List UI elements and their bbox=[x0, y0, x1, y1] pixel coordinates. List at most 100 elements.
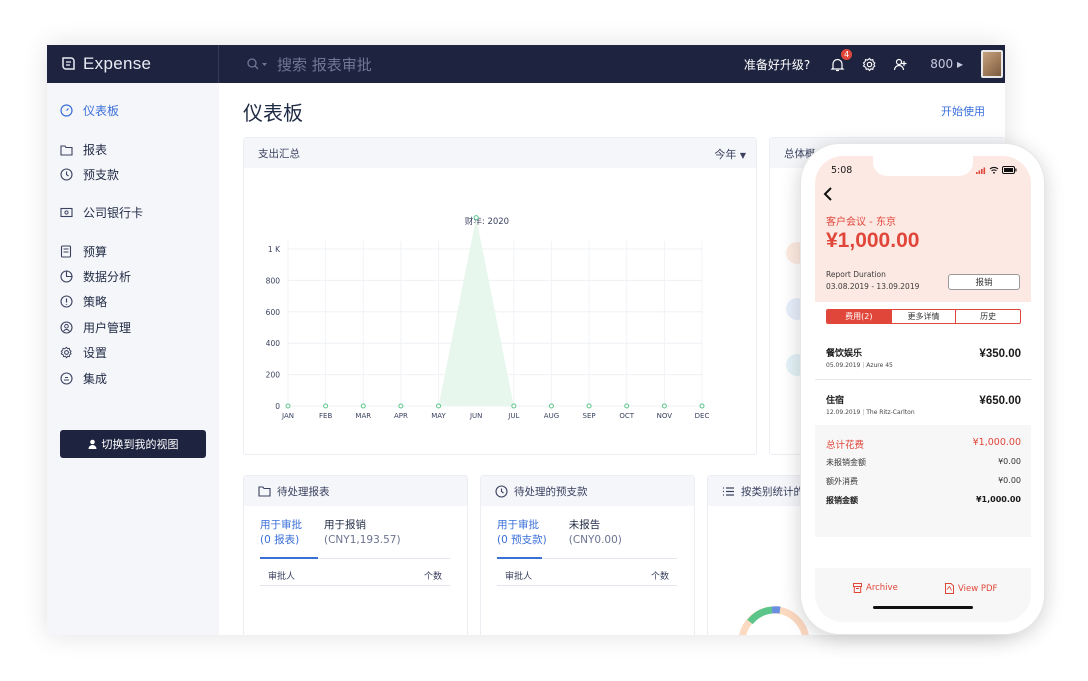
home-indicator bbox=[873, 606, 973, 609]
sidebar-item-label: 仪表板 bbox=[83, 104, 120, 118]
sidebar-item-reports[interactable]: 报表 bbox=[59, 141, 107, 158]
expense-item[interactable]: 餐饮娱乐 05.09.2019 | Azure 45 ¥350.00 bbox=[815, 334, 1031, 380]
expense-merchant: Azure 45 bbox=[866, 362, 893, 369]
chevron-down-icon: ▼ bbox=[739, 151, 746, 160]
avatar[interactable] bbox=[981, 50, 1003, 78]
report-title: 客户会议 - 东京 bbox=[826, 217, 896, 228]
phone-footer: Archive View PDF bbox=[815, 568, 1031, 622]
upgrade-link[interactable]: 准备好升级? bbox=[744, 56, 810, 73]
view-pdf-label: View PDF bbox=[958, 583, 998, 594]
expense-category: 住宿 bbox=[826, 396, 845, 406]
y-tick-label: 200 bbox=[266, 371, 281, 380]
pending-advances-card: 待处理的预支款 用于审批 (0 预支款) 未报告 (CNY0.00) 审批人 个数 bbox=[480, 475, 695, 635]
view-pdf-button[interactable]: View PDF bbox=[945, 583, 997, 594]
expense-item[interactable]: 住宿 12.09.2019 | The Ritz-Carlton ¥650.00 bbox=[815, 381, 1031, 427]
card-title: 待处理报表 bbox=[277, 485, 330, 498]
x-tick-label: AUG bbox=[544, 412, 559, 420]
data-point bbox=[586, 403, 592, 409]
tab-label: 用于审批 bbox=[497, 519, 539, 531]
report-amount: ¥1,000.00 bbox=[826, 229, 920, 252]
search-bar[interactable]: 搜索 报表审批 bbox=[247, 45, 372, 83]
data-point bbox=[661, 403, 667, 409]
app-logo[interactable]: Expense bbox=[47, 45, 219, 83]
expense-date: 12.09.2019 bbox=[826, 409, 861, 416]
notification-button[interactable]: 4 bbox=[828, 49, 853, 73]
data-point bbox=[436, 403, 442, 409]
credits-menu[interactable]: 800 ▸ bbox=[930, 57, 963, 71]
total-value: ¥0.00 bbox=[998, 476, 1021, 485]
settings-button[interactable] bbox=[860, 55, 878, 73]
back-button[interactable] bbox=[823, 186, 833, 205]
total-label: 未报销金额 bbox=[826, 458, 866, 467]
sidebar-item-user-management[interactable]: 用户管理 bbox=[59, 319, 131, 336]
x-tick-label: JUL bbox=[507, 412, 519, 420]
phone-notch bbox=[873, 156, 973, 176]
period-dropdown[interactable]: 今年 ▼ bbox=[714, 146, 746, 162]
data-point bbox=[323, 403, 329, 409]
sidebar-item-analytics[interactable]: 数据分析 bbox=[59, 268, 131, 285]
user-icon bbox=[59, 321, 73, 335]
expense-category: 餐饮娱乐 bbox=[826, 349, 863, 359]
sidebar-item-policy[interactable]: 策略 bbox=[59, 293, 107, 310]
sidebar-item-label: 数据分析 bbox=[83, 270, 132, 284]
reimburse-button[interactable]: 报销 bbox=[948, 274, 1020, 290]
sidebar-item-budget[interactable]: 预算 bbox=[59, 243, 107, 260]
sidebar-item-corporate-cards[interactable]: 公司银行卡 bbox=[59, 204, 143, 221]
tab-unreported[interactable]: 未报告 (CNY0.00) bbox=[569, 518, 622, 548]
tab-sub: (0 报表) bbox=[260, 534, 300, 546]
folder-icon bbox=[258, 486, 271, 497]
sidebar-item-label: 策略 bbox=[83, 295, 108, 309]
tab-label: 用于报销 bbox=[324, 519, 366, 531]
total-label: 额外消费 bbox=[826, 477, 858, 486]
pie-icon bbox=[59, 270, 73, 284]
data-point bbox=[473, 215, 479, 221]
tab-for-approval[interactable]: 用于审批 (0 报表) bbox=[260, 518, 302, 548]
expense-amount: ¥650.00 bbox=[979, 395, 1021, 407]
tab-expenses[interactable]: 费用(2) bbox=[827, 310, 891, 323]
phone-mockup: 5:08 客户会议 - 东京 ¥1,000.00 Report Duration… bbox=[800, 143, 1045, 635]
sidebar-item-label: 报表 bbox=[83, 143, 108, 157]
switch-view-label: 切换到我的视图 bbox=[101, 438, 179, 451]
card-title: 支出汇总 bbox=[258, 147, 300, 160]
get-started-link[interactable]: 开始使用 bbox=[941, 103, 985, 119]
tab-more-details[interactable]: 更多详情 bbox=[890, 310, 956, 323]
tab-label: 未报告 bbox=[568, 519, 601, 531]
dashboard-icon bbox=[59, 104, 73, 118]
tab-for-approval[interactable]: 用于审批 (0 预支款) bbox=[497, 518, 547, 548]
y-tick-label: 0 bbox=[275, 402, 280, 411]
x-tick-label: MAY bbox=[431, 412, 446, 420]
top-bar: Expense 搜索 报表审批 准备好升级? 4 800 ▸ bbox=[47, 45, 1005, 83]
search-input[interactable]: 搜索 报表审批 bbox=[277, 54, 372, 75]
duration-label: Report Duration bbox=[826, 270, 886, 279]
x-tick-label: JUN bbox=[469, 412, 482, 420]
total-value: ¥1,000.00 bbox=[972, 437, 1021, 448]
battery-icon bbox=[1002, 166, 1017, 174]
data-point bbox=[511, 403, 517, 409]
totals-panel: 总计花费 ¥1,000.00 未报销金额 ¥0.00 额外消费 ¥0.00 报销金额 ¥… bbox=[815, 425, 1031, 537]
clock-icon bbox=[495, 484, 508, 498]
archive-button[interactable]: Archive bbox=[853, 583, 898, 593]
sidebar-item-dashboard[interactable]: 仪表板 bbox=[59, 102, 119, 119]
sidebar-item-settings[interactable]: 设置 bbox=[59, 344, 107, 361]
column-approver: 审批人 bbox=[268, 572, 296, 582]
pdf-icon bbox=[945, 583, 954, 594]
tab-sub: (CNY0.00) bbox=[568, 534, 622, 546]
tab-for-reimbursement[interactable]: 用于报销 (CNY1,193.57) bbox=[324, 518, 401, 548]
sidebar-item-label: 用户管理 bbox=[83, 321, 132, 335]
sidebar-item-integrations[interactable]: 集成 bbox=[59, 370, 107, 387]
sidebar-item-advances[interactable]: 预支款 bbox=[59, 166, 119, 183]
data-point bbox=[360, 403, 366, 409]
tab-history[interactable]: 历史 bbox=[955, 310, 1020, 323]
report-tabs: 费用(2) 更多详情 历史 bbox=[826, 309, 1021, 324]
data-point bbox=[285, 403, 291, 409]
phone-screen: 5:08 客户会议 - 东京 ¥1,000.00 Report Duration… bbox=[815, 156, 1031, 622]
users-button[interactable] bbox=[892, 55, 910, 73]
switch-view-button[interactable]: 切换到我的视图 bbox=[60, 430, 206, 458]
total-label: 报销金额 bbox=[826, 496, 858, 505]
sidebar: 仪表板 报表 预支款 公司银行卡 预算 数据分析 策略 用户管理 设置 集成 切… bbox=[47, 83, 219, 635]
policy-icon bbox=[59, 295, 73, 309]
column-count: 个数 bbox=[650, 572, 669, 582]
archive-label: Archive bbox=[866, 583, 898, 593]
table-header: 审批人 个数 bbox=[260, 566, 450, 586]
list-icon bbox=[723, 486, 734, 496]
